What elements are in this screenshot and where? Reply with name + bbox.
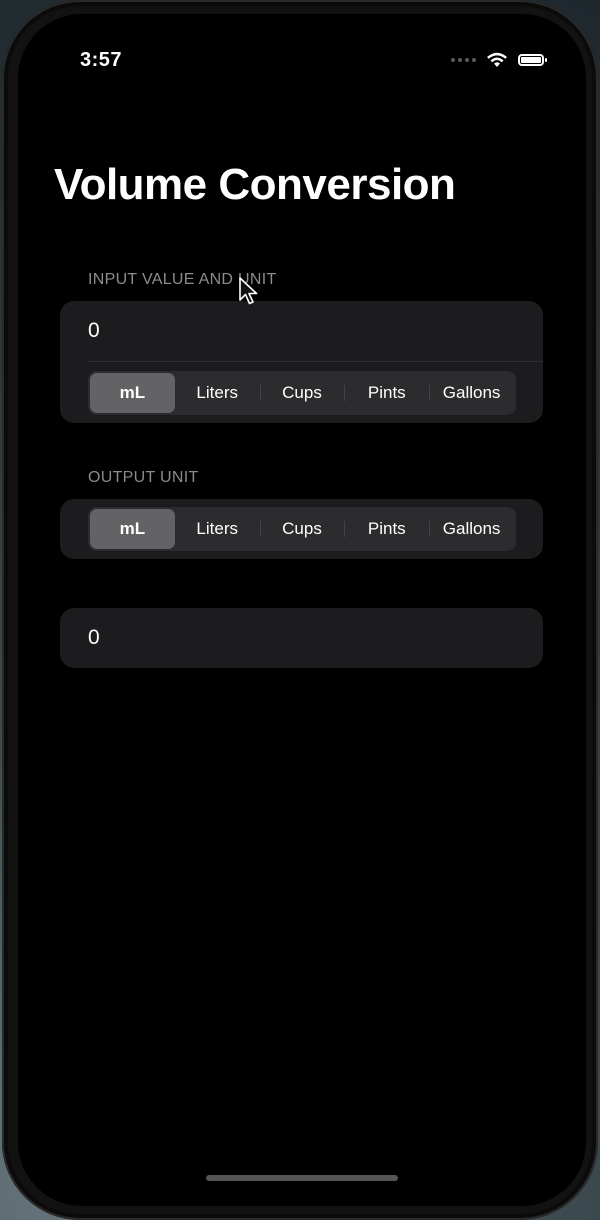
input-value-field[interactable]: 0 [88, 319, 100, 343]
input-unit-segment-gallons[interactable]: Gallons [429, 373, 514, 413]
wifi-icon [487, 52, 507, 67]
result-value: 0 [88, 626, 100, 649]
result-card: 0 [60, 608, 543, 668]
output-unit-segment-cups[interactable]: Cups [259, 509, 345, 549]
home-indicator[interactable] [206, 1175, 398, 1181]
page-title: Volume Conversion [54, 160, 456, 209]
output-unit-card: mL Liters Cups Pints Gallons [60, 499, 543, 559]
mouse-cursor-icon [239, 277, 258, 305]
output-unit-segment-gallons[interactable]: Gallons [429, 509, 514, 549]
phone-frame: 3:57 Volume Conversion INPUT VALUE AND U… [2, 0, 598, 1220]
output-unit-picker[interactable]: mL Liters Cups Pints Gallons [88, 507, 516, 551]
output-unit-segment-pints[interactable]: Pints [344, 509, 429, 549]
status-icons [451, 52, 547, 68]
signal-dots-icon [451, 58, 476, 62]
battery-icon [518, 54, 547, 66]
input-unit-segment-ml[interactable]: mL [90, 373, 175, 413]
input-unit-segment-pints[interactable]: Pints [344, 373, 429, 413]
input-card-divider [88, 361, 543, 362]
input-unit-picker[interactable]: mL Liters Cups Pints Gallons [88, 371, 516, 415]
phone-screen: 3:57 Volume Conversion INPUT VALUE AND U… [18, 14, 586, 1206]
output-section-header: OUTPUT UNIT [88, 469, 199, 486]
status-time: 3:57 [80, 49, 123, 71]
input-card: 0 mL Liters Cups Pints Gallons [60, 301, 543, 423]
output-unit-segment-ml[interactable]: mL [90, 509, 175, 549]
input-unit-segment-cups[interactable]: Cups [259, 373, 345, 413]
input-unit-segment-liters[interactable]: Liters [175, 373, 260, 413]
output-unit-segment-liters[interactable]: Liters [175, 509, 260, 549]
